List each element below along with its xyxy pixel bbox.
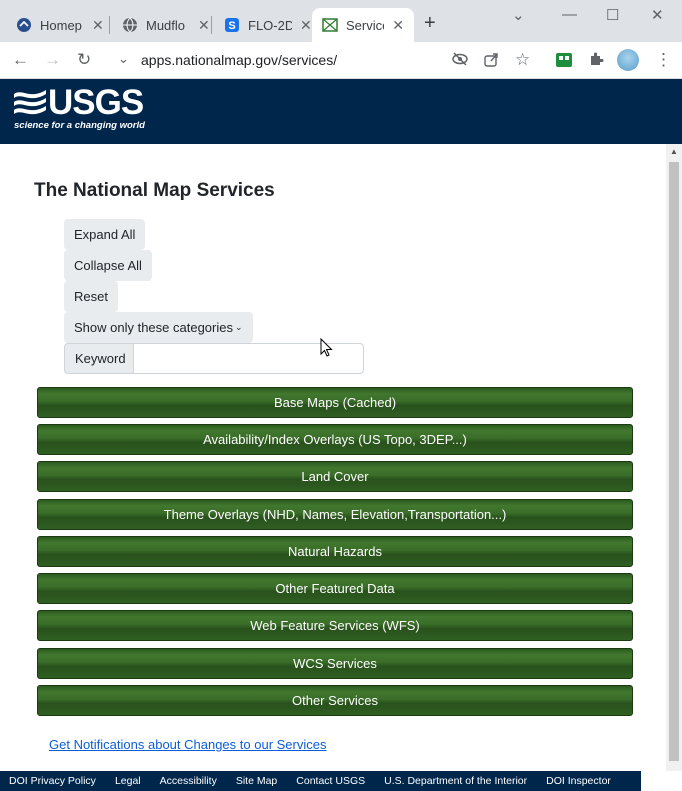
close-icon[interactable]: ✕ xyxy=(198,17,210,34)
flo2d-icon: S xyxy=(224,17,240,33)
tab-title: FLO-2D xyxy=(248,17,292,33)
puzzle-icon[interactable] xyxy=(588,51,604,72)
category-other-services[interactable]: Other Services xyxy=(37,685,633,716)
category-theme-overlays[interactable]: Theme Overlays (NHD, Names, Elevation,Tr… xyxy=(37,499,633,530)
scroll-up-icon[interactable]: ▲ xyxy=(670,147,678,156)
menu-dots-icon[interactable]: ⋮ xyxy=(655,50,672,70)
usgs-map-icon xyxy=(322,17,338,33)
main-content: The National Map Services Expand All Col… xyxy=(0,144,666,771)
maximize-icon[interactable]: ☐ xyxy=(606,6,619,24)
category-land-cover[interactable]: Land Cover xyxy=(37,461,633,492)
tab-divider xyxy=(211,16,212,34)
mouse-cursor-icon xyxy=(320,338,333,357)
forward-arrow-icon[interactable]: → xyxy=(44,50,61,70)
eye-off-icon[interactable] xyxy=(452,52,468,69)
close-icon[interactable]: ✕ xyxy=(92,17,104,34)
notifications-link[interactable]: Get Notifications about Changes to our S… xyxy=(49,737,326,752)
star-icon[interactable]: ☆ xyxy=(515,50,530,70)
footer-link-privacy[interactable]: DOI Privacy Policy xyxy=(9,775,96,787)
home-icon xyxy=(16,17,32,33)
footer-link-legal[interactable]: Legal xyxy=(115,775,141,787)
new-tab-button[interactable]: + xyxy=(424,12,436,35)
category-availability-overlays[interactable]: Availability/Index Overlays (US Topo, 3D… xyxy=(37,424,633,455)
scrollbar-thumb[interactable] xyxy=(669,162,679,761)
minimize-icon[interactable]: — xyxy=(562,6,577,23)
back-arrow-icon[interactable]: ← xyxy=(12,50,29,70)
category-wcs[interactable]: WCS Services xyxy=(37,648,633,679)
share-icon[interactable] xyxy=(484,52,499,72)
category-filter-dropdown[interactable]: Show only these categories ⌄ xyxy=(64,312,253,343)
footer-link-sitemap[interactable]: Site Map xyxy=(236,775,277,787)
collapse-all-button[interactable]: Collapse All xyxy=(64,250,152,281)
category-other-featured-data[interactable]: Other Featured Data xyxy=(37,573,633,604)
page-scrollbar[interactable]: ▲ xyxy=(666,144,682,771)
window-close-icon[interactable]: ✕ xyxy=(651,6,664,24)
tab-flo2d[interactable]: S FLO-2D ✕ xyxy=(214,8,322,42)
site-info-icon[interactable]: ⌄ xyxy=(118,51,129,67)
browser-tabstrip: Homep ✕ Mudflo ✕ S FLO-2D ✕ Service ✕ + … xyxy=(0,0,682,42)
svg-text:S: S xyxy=(228,20,235,32)
keyword-label: Keyword xyxy=(64,343,134,374)
category-base-maps[interactable]: Base Maps (Cached) xyxy=(37,387,633,418)
footer-link-inspector[interactable]: DOI Inspector xyxy=(546,775,611,787)
tab-title: Service xyxy=(346,17,384,33)
avatar[interactable] xyxy=(617,49,639,71)
page-title: The National Map Services xyxy=(34,180,275,201)
globe-icon xyxy=(122,17,138,33)
logo-tagline: science for a changing world xyxy=(14,120,145,131)
category-filter-label: Show only these categories xyxy=(74,320,233,335)
usgs-logo[interactable]: USGS science for a changing world xyxy=(14,83,145,131)
address-bar[interactable]: apps.nationalmap.gov/services/ xyxy=(141,52,337,68)
usgs-wave-icon xyxy=(14,90,46,115)
browser-toolbar: ← → ↻ ⌄ apps.nationalmap.gov/services/ ☆… xyxy=(0,42,682,79)
tab-mudflow[interactable]: Mudflo ✕ xyxy=(112,8,220,42)
category-wfs[interactable]: Web Feature Services (WFS) xyxy=(37,610,633,641)
tab-homepage[interactable]: Homep ✕ xyxy=(6,8,114,42)
close-icon[interactable]: ✕ xyxy=(300,17,312,34)
tab-title: Homep xyxy=(40,17,82,33)
reload-icon[interactable]: ↻ xyxy=(77,50,91,70)
tab-divider xyxy=(109,16,110,34)
close-icon[interactable]: ✕ xyxy=(392,17,404,34)
footer-link-contact[interactable]: Contact USGS xyxy=(296,775,365,787)
chevron-down-icon[interactable]: ⌄ xyxy=(512,6,525,24)
site-footer: DOI Privacy Policy Legal Accessibility S… xyxy=(0,771,641,791)
footer-link-doi[interactable]: U.S. Department of the Interior xyxy=(384,775,527,787)
tab-services[interactable]: Service ✕ xyxy=(312,8,414,42)
expand-all-button[interactable]: Expand All xyxy=(64,219,146,250)
keyword-search: Keyword xyxy=(64,343,364,374)
site-header: USGS science for a changing world xyxy=(0,79,682,144)
footer-link-accessibility[interactable]: Accessibility xyxy=(160,775,217,787)
reset-button[interactable]: Reset xyxy=(64,281,118,312)
chevron-down-icon: ⌄ xyxy=(234,322,243,332)
logo-text: USGS xyxy=(48,83,144,122)
category-natural-hazards[interactable]: Natural Hazards xyxy=(37,536,633,567)
tab-title: Mudflo xyxy=(146,17,186,33)
extension-green-icon[interactable] xyxy=(556,52,572,72)
